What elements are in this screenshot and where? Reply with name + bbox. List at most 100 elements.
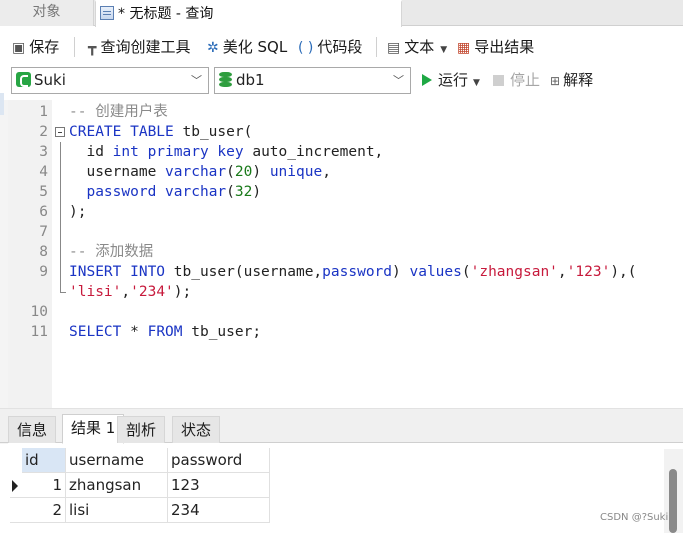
code-token: unique (269, 164, 323, 180)
code-token: varchar (165, 164, 227, 180)
code-token: ),( (610, 264, 637, 280)
code-line[interactable]: 7 (8, 222, 683, 242)
code-line[interactable]: 5 password varchar(32) (8, 182, 683, 202)
database-select[interactable]: db1 ﹀ (214, 67, 411, 94)
current-row-arrow-icon (12, 480, 18, 492)
code-text: username varchar(20) unique, (69, 162, 331, 182)
code-line[interactable]: 'lisi','234'); (8, 282, 683, 302)
connection-select[interactable]: Suki ﹀ (11, 67, 209, 94)
code-token: password (322, 264, 393, 280)
code-line[interactable]: 6); (8, 202, 683, 222)
dropdown-arrow-icon: ▼ (473, 78, 480, 88)
code-token: 'zhangsan' (470, 264, 558, 280)
toolbar-divider (376, 37, 377, 57)
code-token: -- 创建用户表 (69, 104, 168, 120)
table-cell[interactable]: 2 (22, 498, 66, 523)
row-selector[interactable] (10, 498, 22, 523)
code-token: 20 (234, 164, 253, 180)
explain-icon: ⊞ (550, 74, 561, 88)
column-header-id[interactable]: id (22, 448, 66, 473)
tab-objects[interactable]: 对象 (0, 0, 94, 26)
play-icon (422, 74, 432, 86)
code-token: ); (69, 204, 87, 220)
code-line[interactable]: 2 CREATE TABLE tb_user( (8, 122, 683, 142)
magic-wand-icon: ✲ (207, 40, 219, 56)
line-number: 3 (39, 144, 48, 160)
code-token: '123' (566, 264, 611, 280)
result-grid: id username password 1 zhangsan 123 2 li… (0, 444, 683, 533)
code-text: password varchar(32) (69, 182, 261, 202)
code-line[interactable]: 9 INSERT INTO tb_user(username,password) … (8, 262, 683, 282)
scrollbar-thumb[interactable] (669, 469, 677, 533)
beautify-sql-button[interactable]: ✲ 美化 SQL (207, 37, 287, 57)
row-selector[interactable] (10, 473, 22, 498)
code-token: SELECT (69, 324, 122, 340)
snippets-button[interactable]: ( ) 代码段 (298, 37, 362, 57)
run-button[interactable]: 运行 ▼ (422, 67, 480, 94)
code-line[interactable]: 11 SELECT * FROM tb_user; (8, 322, 683, 342)
query-builder-button[interactable]: ┳ 查询创建工具 (88, 37, 190, 57)
tab-query[interactable]: * 无标题 - 查询 (95, 0, 402, 27)
table-cell[interactable]: 234 (168, 498, 270, 523)
fold-collapse-icon[interactable] (55, 127, 65, 137)
code-line[interactable]: 4 username varchar(20) unique, (8, 162, 683, 182)
code-text: CREATE TABLE tb_user( (69, 122, 252, 142)
tab-profile[interactable]: 剖析 (117, 416, 166, 443)
line-number: 5 (39, 184, 48, 200)
code-token: 'lisi' (69, 284, 122, 300)
column-header-password[interactable]: password (168, 448, 270, 473)
toolbar-divider (74, 37, 75, 57)
save-button[interactable]: ▣ 保存 (12, 37, 59, 57)
code-text: -- 添加数据 (69, 242, 153, 262)
code-token: password (86, 184, 157, 200)
code-token: ) (392, 264, 410, 280)
result-tab-strip: 信息 结果 1 剖析 状态 (0, 413, 683, 444)
export-results-button[interactable]: ▦ 导出结果 (457, 37, 534, 57)
code-line[interactable]: 1 -- 创建用户表 (8, 102, 683, 122)
code-token: , (121, 284, 131, 300)
row-header-corner (10, 448, 22, 473)
code-token: INSERT INTO (69, 264, 166, 280)
sql-editor[interactable]: 1 -- 创建用户表 2 CREATE TABLE tb_user(3 id int … (8, 100, 683, 408)
code-text: 'lisi','234'); (69, 282, 191, 302)
tab-result-1[interactable]: 结果 1 (62, 414, 125, 444)
stop-button[interactable]: 停止 (493, 67, 540, 94)
hammer-icon: ┳ (88, 40, 97, 56)
line-number: 4 (39, 164, 48, 180)
code-token: CREATE TABLE (69, 124, 174, 140)
code-token: FROM (147, 324, 183, 340)
document-icon: ▤ (387, 40, 401, 56)
line-number: 1 (39, 104, 48, 120)
code-token: 32 (234, 184, 253, 200)
tab-query-label: * 无标题 - 查询 (118, 6, 214, 22)
column-header-username[interactable]: username (66, 448, 168, 473)
code-token: int primary key (112, 144, 244, 160)
line-number: 8 (39, 244, 48, 260)
watermark: CSDN @?Suki (600, 512, 669, 523)
explain-button[interactable]: ⊞ 解释 (550, 67, 593, 94)
code-text: INSERT INTO tb_user(username,password) v… (69, 262, 637, 282)
code-token: ( (461, 264, 471, 280)
tab-status[interactable]: 状态 (172, 416, 221, 443)
tab-info[interactable]: 信息 (8, 416, 57, 443)
code-line[interactable]: 10 (8, 302, 683, 322)
code-token: varchar (165, 184, 227, 200)
code-token: ( (226, 184, 235, 200)
code-line[interactable]: 8 -- 添加数据 (8, 242, 683, 262)
code-token: id (69, 144, 113, 160)
line-number: 9 (39, 264, 48, 280)
code-token: auto_increment, (243, 144, 384, 160)
code-token: , (322, 164, 331, 180)
code-token: tb_user(username, (165, 264, 323, 280)
table-cell[interactable]: lisi (66, 498, 168, 523)
dropdown-arrow-icon: ▼ (440, 45, 448, 55)
code-line[interactable]: 3 id int primary key auto_increment, (8, 142, 683, 162)
query-table-icon (100, 6, 114, 20)
table-cell[interactable]: 1 (22, 473, 66, 498)
table-cell[interactable]: 123 (168, 473, 270, 498)
connection-icon (16, 72, 31, 87)
code-text: ); (69, 202, 86, 222)
code-text: id int primary key auto_increment, (69, 142, 383, 162)
text-dropdown-button[interactable]: ▤ 文本 ▼ (387, 37, 447, 57)
table-cell[interactable]: zhangsan (66, 473, 168, 498)
